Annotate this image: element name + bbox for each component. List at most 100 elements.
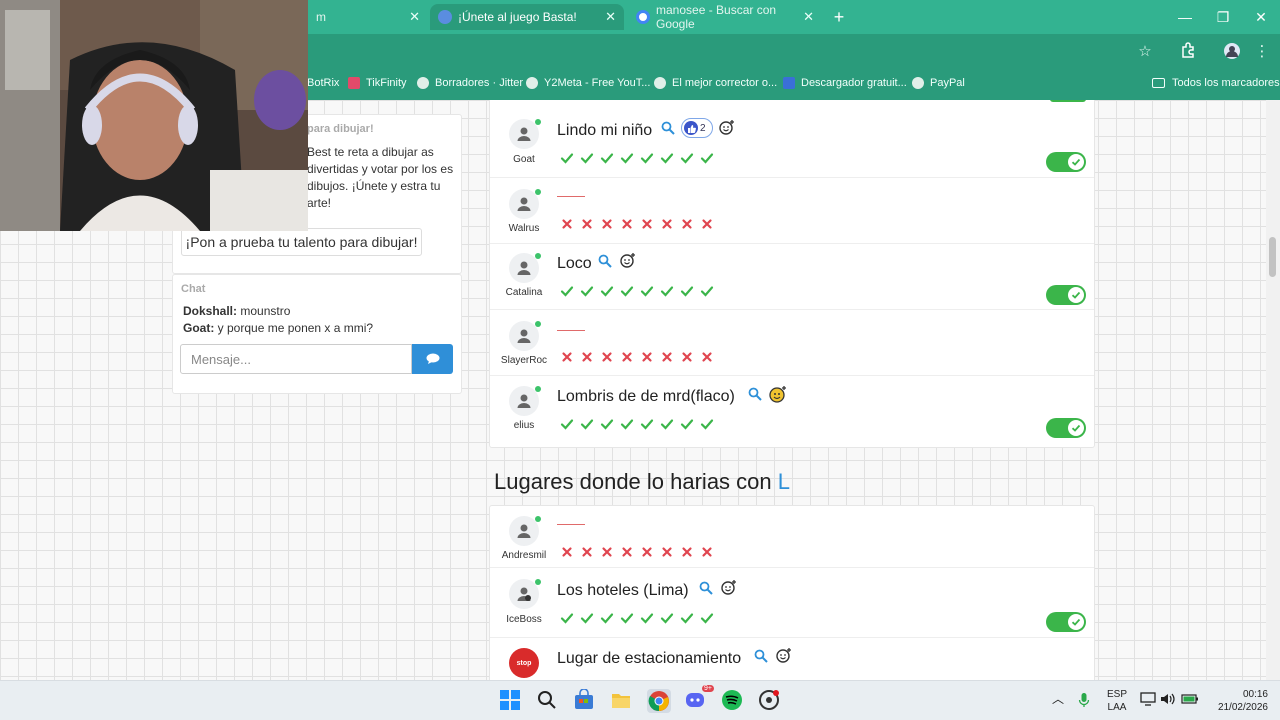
clock[interactable]: 00:16 21/02/2026 — [1208, 688, 1268, 714]
vote-check-icon[interactable] — [679, 150, 695, 166]
search-icon[interactable] — [754, 649, 768, 663]
bookmark-y2meta[interactable]: Y2Meta - Free YouT... — [526, 77, 650, 89]
vote-check-icon[interactable] — [699, 283, 715, 299]
vote-cross-icon[interactable] — [579, 216, 595, 232]
add-reaction-icon[interactable] — [719, 119, 735, 135]
bookmark-corrector[interactable]: El mejor corrector o... — [654, 77, 777, 89]
search-taskbar-icon[interactable] — [536, 689, 560, 713]
chat-message-input[interactable] — [180, 344, 412, 374]
store-icon[interactable] — [573, 688, 597, 713]
vote-check-icon[interactable] — [579, 610, 595, 626]
search-icon[interactable] — [598, 254, 612, 268]
vote-check-icon[interactable] — [639, 610, 655, 626]
show-hidden-icons-chevron-icon[interactable]: ︿ — [1052, 693, 1064, 706]
vote-check-icon[interactable] — [619, 150, 635, 166]
vote-cross-icon[interactable] — [619, 349, 635, 365]
add-reaction-icon[interactable] — [721, 579, 737, 595]
vote-check-icon[interactable] — [659, 283, 675, 299]
discord-icon[interactable]: 9+ — [684, 685, 714, 713]
vote-check-icon[interactable] — [679, 283, 695, 299]
vote-cross-icon[interactable] — [699, 544, 715, 560]
send-message-button[interactable] — [412, 344, 453, 374]
volume-icon[interactable] — [1160, 692, 1176, 710]
vote-check-icon[interactable] — [599, 416, 615, 432]
vote-cross-icon[interactable] — [559, 544, 575, 560]
vote-check-icon[interactable] — [559, 610, 575, 626]
vote-cross-icon[interactable] — [579, 349, 595, 365]
close-tab-icon[interactable]: ✕ — [803, 9, 814, 25]
vote-check-icon[interactable] — [579, 150, 595, 166]
vote-check-icon[interactable] — [559, 416, 575, 432]
vote-check-icon[interactable] — [579, 283, 595, 299]
vote-cross-icon[interactable] — [559, 216, 575, 232]
vote-cross-icon[interactable] — [679, 349, 695, 365]
vote-cross-icon[interactable] — [639, 544, 655, 560]
all-bookmarks-folder[interactable]: Todos los marcadores — [1152, 77, 1280, 89]
vote-cross-icon[interactable] — [639, 349, 655, 365]
validity-toggle[interactable] — [1046, 418, 1086, 438]
vote-cross-icon[interactable] — [619, 544, 635, 560]
bookmark-botrix[interactable]: BotRix — [307, 77, 339, 89]
close-window-button[interactable]: ✕ — [1242, 0, 1280, 34]
vote-cross-icon[interactable] — [619, 216, 635, 232]
bookmark-descargador[interactable]: Descargador gratuit... — [783, 77, 907, 89]
vote-check-icon[interactable] — [639, 416, 655, 432]
search-icon[interactable] — [661, 121, 675, 135]
vote-check-icon[interactable] — [559, 283, 575, 299]
vote-check-icon[interactable] — [639, 150, 655, 166]
vote-cross-icon[interactable] — [679, 216, 695, 232]
vote-check-icon[interactable] — [639, 283, 655, 299]
tab-2-active[interactable]: ¡Únete al juego Basta! ✕ — [430, 4, 624, 30]
vote-check-icon[interactable] — [679, 416, 695, 432]
vote-check-icon[interactable] — [659, 416, 675, 432]
chrome-icon[interactable] — [647, 689, 671, 713]
language-indicator[interactable]: ESP LAA — [1104, 688, 1130, 714]
vote-check-icon[interactable] — [619, 610, 635, 626]
vote-cross-icon[interactable] — [659, 216, 675, 232]
bookmark-jitter[interactable]: Borradores · Jitter — [417, 77, 523, 89]
vote-cross-icon[interactable] — [599, 349, 615, 365]
tab-1[interactable]: m ✕ — [308, 4, 428, 30]
new-tab-button[interactable]: + — [826, 6, 852, 28]
minimize-button[interactable]: — — [1166, 0, 1204, 34]
start-windows-icon[interactable] — [499, 689, 523, 713]
validity-toggle[interactable] — [1046, 152, 1086, 172]
vote-check-icon[interactable] — [699, 610, 715, 626]
vote-check-icon[interactable] — [599, 150, 615, 166]
vote-check-icon[interactable] — [699, 150, 715, 166]
obs-icon[interactable] — [758, 689, 782, 713]
spotify-icon[interactable] — [721, 689, 745, 713]
tab-3[interactable]: manosee - Buscar con Google ✕ — [628, 3, 822, 31]
microphone-icon[interactable] — [1078, 692, 1090, 712]
add-reaction-icon[interactable] — [620, 252, 636, 268]
vote-check-icon[interactable] — [559, 150, 575, 166]
search-icon[interactable] — [699, 581, 713, 595]
vote-cross-icon[interactable] — [679, 544, 695, 560]
menu-kebab-icon[interactable]: ⋮ — [1252, 42, 1272, 62]
draw-challenge-button[interactable]: ¡Pon a prueba tu talento para dibujar! — [181, 228, 422, 256]
vote-cross-icon[interactable] — [659, 349, 675, 365]
close-tab-icon[interactable]: ✕ — [605, 9, 616, 25]
vote-cross-icon[interactable] — [699, 349, 715, 365]
extensions-icon[interactable] — [1178, 42, 1198, 62]
vote-check-icon[interactable] — [579, 416, 595, 432]
vote-cross-icon[interactable] — [699, 216, 715, 232]
bookmark-star-icon[interactable]: ☆ — [1135, 42, 1155, 62]
vote-check-icon[interactable] — [659, 610, 675, 626]
monitor-icon[interactable] — [1140, 692, 1156, 710]
vote-check-icon[interactable] — [619, 416, 635, 432]
file-explorer-icon[interactable] — [610, 689, 634, 713]
vote-cross-icon[interactable] — [599, 216, 615, 232]
add-reaction-hover-icon[interactable] — [769, 385, 787, 403]
like-badge[interactable]: 2 — [681, 118, 713, 138]
vote-cross-icon[interactable] — [559, 349, 575, 365]
profile-avatar-icon[interactable] — [1222, 42, 1242, 62]
bookmark-tikfinity[interactable]: TikFinity — [348, 77, 407, 89]
battery-icon[interactable] — [1181, 692, 1199, 710]
add-reaction-icon[interactable] — [776, 647, 792, 663]
vote-check-icon[interactable] — [599, 283, 615, 299]
scrollbar-thumb[interactable] — [1269, 237, 1276, 277]
vote-check-icon[interactable] — [619, 283, 635, 299]
bookmark-paypal[interactable]: PayPal — [912, 77, 965, 89]
validity-toggle[interactable] — [1046, 612, 1086, 632]
